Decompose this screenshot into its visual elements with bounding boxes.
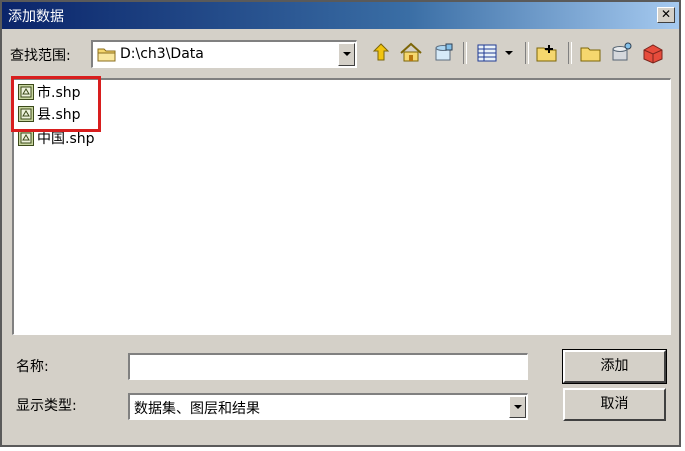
add-data-dialog: 添加数据 ✕ 查找范围: D:\ch3\Data 市.shp 县.shp 中国.…: [0, 0, 681, 447]
close-button[interactable]: ✕: [657, 7, 675, 23]
look-in-value: D:\ch3\Data: [120, 46, 204, 62]
view-menu-arrow-icon[interactable]: [502, 40, 516, 66]
file-list[interactable]: 市.shp 县.shp 中国.shp: [12, 78, 671, 335]
look-in-label: 查找范围:: [10, 48, 71, 64]
new-folder-icon[interactable]: [578, 40, 604, 66]
type-dropdown-value: 数据集、图层和结果: [134, 401, 260, 417]
title-bar[interactable]: 添加数据 ✕: [2, 2, 679, 29]
look-in-dropdown[interactable]: D:\ch3\Data: [91, 40, 357, 68]
toolbar-separator: [525, 42, 529, 64]
highlight-annotation: [11, 76, 101, 132]
catalog-icon[interactable]: [430, 40, 456, 66]
name-field[interactable]: [128, 353, 528, 380]
cancel-button[interactable]: 取消: [563, 388, 666, 421]
shapefile-icon: [18, 130, 34, 146]
home-icon[interactable]: [398, 40, 424, 66]
geodatabase-icon[interactable]: [608, 40, 634, 66]
toolbox-icon[interactable]: [640, 40, 666, 66]
folder-icon: [97, 45, 117, 67]
window-title: 添加数据: [8, 9, 64, 25]
chevron-down-icon[interactable]: [509, 396, 526, 418]
type-label: 显示类型:: [16, 398, 77, 414]
add-button[interactable]: 添加: [562, 349, 667, 384]
name-label: 名称:: [16, 359, 49, 375]
list-view-icon[interactable]: [474, 40, 500, 66]
up-folder-icon[interactable]: [368, 40, 394, 66]
close-icon: ✕: [660, 7, 672, 21]
toolbar-separator: [568, 42, 572, 64]
connect-folder-icon[interactable]: [534, 40, 560, 66]
toolbar-separator: [463, 42, 467, 64]
type-dropdown[interactable]: 数据集、图层和结果: [128, 393, 528, 420]
chevron-down-icon[interactable]: [338, 43, 355, 66]
